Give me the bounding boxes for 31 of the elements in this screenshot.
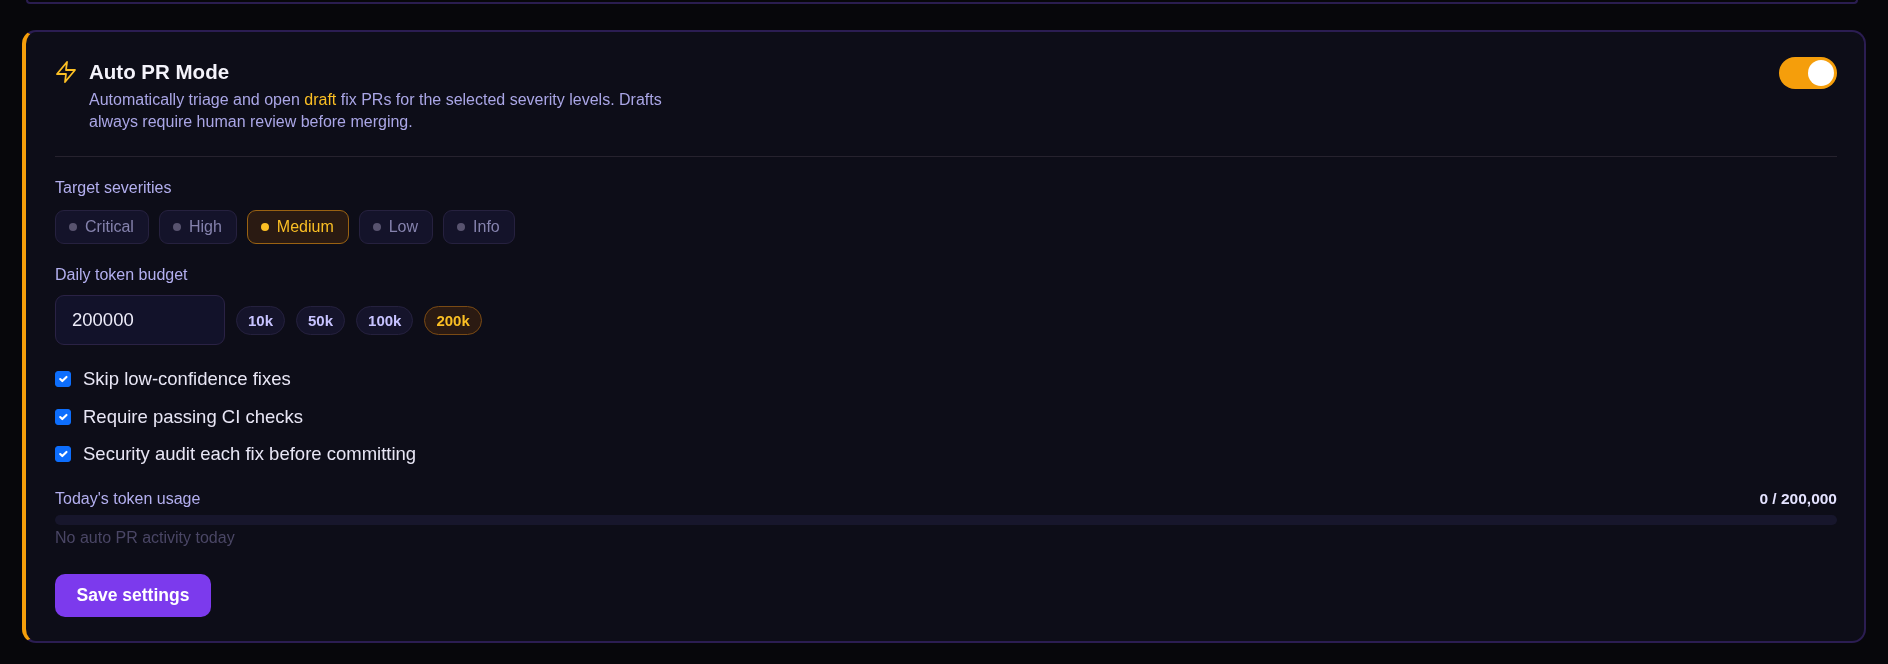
checkbox[interactable] [55,446,71,462]
checkbox-label[interactable]: Skip low-confidence fixes [83,366,291,392]
preset-pill[interactable]: 200k [424,305,482,335]
usage-label: Today's token usage [55,489,201,509]
preset-pill[interactable]: 50k [296,305,346,335]
preset-pill[interactable]: 100k [356,305,414,335]
checkbox-label[interactable]: Security audit each fix before committing [83,441,417,467]
lightning-icon [55,61,77,83]
severity-chip[interactable]: Low [358,210,434,244]
dot-icon [457,223,466,231]
save-button[interactable]: Save settings [55,574,211,617]
dot-icon [69,223,77,231]
checkbox[interactable] [55,408,71,425]
severity-chip[interactable]: High [158,210,237,244]
usage-reading: 0 / 200,000 [1759,489,1837,509]
panel-title: Auto PR Mode [89,60,231,84]
toggle-switch[interactable] [1779,57,1837,89]
preset-pill[interactable]: 10k [236,305,286,335]
empty-state-text: No auto PR activity today [55,528,236,548]
dot-icon [172,223,181,231]
panel-description: Automatically triage and open draft fix PRs for the selected severity levels. Drafts always require human review before merging. [89,90,663,132]
checkbox-label[interactable]: Require passing CI checks [83,403,304,430]
section-label: Target severities [55,178,173,198]
severity-chip[interactable]: Critical [55,210,149,244]
checkbox[interactable] [55,371,71,387]
severity-chip[interactable]: Info [443,210,515,244]
dot-icon [260,223,269,231]
severity-chip[interactable]: Medium [246,210,349,244]
section-label: Daily token budget [55,265,189,285]
budget-input[interactable]: 200000 [55,295,225,345]
dot-icon [372,223,381,231]
